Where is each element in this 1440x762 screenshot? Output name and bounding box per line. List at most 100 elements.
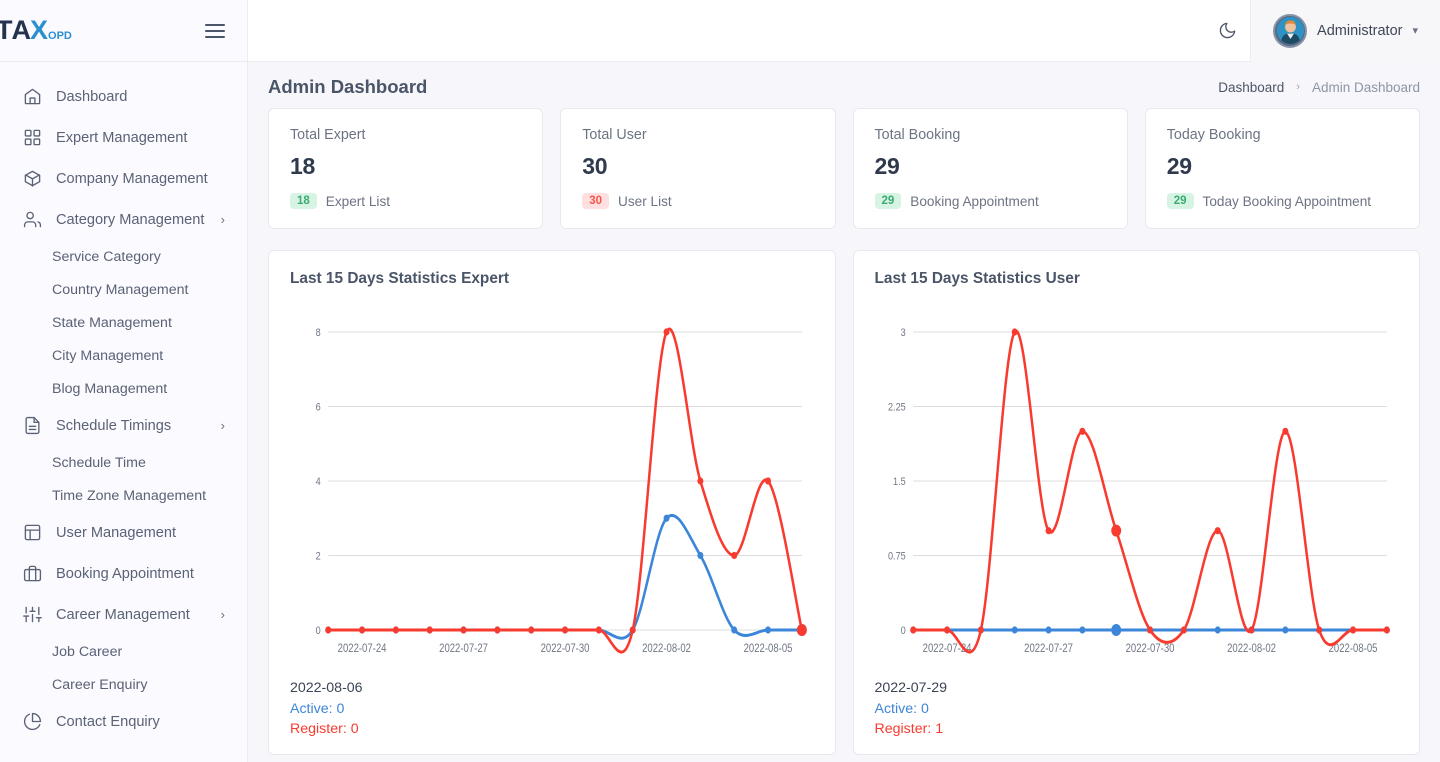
sidebar-subitem-job-career[interactable]: Job Career	[0, 635, 247, 668]
status-badge: 18	[290, 193, 317, 209]
stat-card-link[interactable]: Today Booking Appointment	[1203, 194, 1372, 209]
sidebar-subitem-career-enquiry[interactable]: Career Enquiry	[0, 668, 247, 701]
sidebar-scrollbar[interactable]	[0, 758, 248, 762]
svg-text:2022-08-02: 2022-08-02	[1227, 642, 1276, 655]
sidebar-item-booking-appointment[interactable]: Booking Appointment	[0, 553, 247, 594]
breadcrumb-current: Admin Dashboard	[1312, 80, 1420, 95]
menu-toggle-icon[interactable]	[205, 24, 225, 38]
chevron-right-icon: ›	[1296, 81, 1300, 93]
sidebar-item-label: Booking Appointment	[56, 566, 225, 582]
sidebar-subitem-label: Time Zone Management	[52, 488, 206, 504]
chart-card: Last 15 Days Statistics Expert024682022-…	[268, 250, 836, 755]
tooltip-active: Active: 0	[290, 699, 814, 720]
stat-card-value: 29	[1167, 153, 1398, 180]
svg-text:6: 6	[316, 402, 321, 414]
home-icon	[22, 87, 42, 107]
svg-text:2022-07-27: 2022-07-27	[1024, 642, 1073, 655]
briefcase-icon	[22, 564, 42, 584]
sidebar: TAXOPD Dashboard Expert ManagementCompany…	[0, 0, 248, 762]
profile-menu[interactable]: Administrator ▾	[1250, 0, 1440, 62]
svg-text:2022-08-05: 2022-08-05	[744, 642, 793, 655]
stat-card: Total User 30 30User List	[560, 108, 835, 229]
users-icon	[22, 210, 42, 230]
sidebar-subitem-label: Career Enquiry	[52, 677, 147, 693]
tooltip-register: Register: 1	[875, 719, 1399, 740]
chart-grid: Last 15 Days Statistics Expert024682022-…	[268, 250, 1420, 755]
avatar-image	[1277, 17, 1304, 44]
page-header: Admin Dashboard Dashboard › Admin Dashbo…	[248, 62, 1440, 108]
dashboard-content: Total Expert1818Expert ListTotal User303…	[248, 108, 1440, 755]
chart-tooltip: 2022-08-06Active: 0Register: 0	[290, 666, 814, 740]
stat-card: Total Expert1818Expert List	[268, 108, 543, 229]
sidebar-subitem-state-management[interactable]: State Management	[0, 306, 247, 339]
sidebar-subitem-city-management[interactable]: City Management	[0, 339, 247, 372]
svg-text:4: 4	[316, 476, 321, 488]
sidebar-subitem-label: State Management	[52, 315, 172, 331]
stat-card-link[interactable]: Expert List	[326, 194, 390, 209]
svg-text:1.5: 1.5	[893, 476, 906, 488]
sidebar-subitem-label: City Management	[52, 348, 163, 364]
app-logo[interactable]: TAXOPD	[0, 15, 72, 46]
burger-line	[205, 24, 225, 26]
svg-text:2: 2	[316, 551, 321, 563]
logo-letter-x: X	[30, 15, 47, 46]
sidebar-item-label: User Management	[56, 525, 225, 541]
stat-card-link[interactable]: Booking Appointment	[910, 194, 1038, 209]
sidebar-item-schedule-timings[interactable]: Schedule Timings›	[0, 405, 247, 446]
layout-icon	[22, 523, 42, 543]
pie-chart-icon	[22, 712, 42, 732]
line-chart[interactable]: 00.751.52.2532022-07-242022-07-272022-07…	[875, 316, 1399, 666]
svg-text:8: 8	[316, 327, 321, 339]
sidebar-item-label: Career Management	[56, 607, 207, 623]
sidebar-item-career-management[interactable]: Career Management ›	[0, 594, 247, 635]
sidebar-item-contact-enquiry[interactable]: Contact Enquiry	[0, 701, 247, 742]
sidebar-item-dashboard[interactable]: Dashboard	[0, 76, 247, 117]
svg-text:2022-07-30: 2022-07-30	[541, 642, 590, 655]
stat-card-title: Total User	[582, 127, 813, 143]
box-icon	[22, 169, 42, 189]
chevron-right-icon: ›	[221, 212, 225, 227]
sidebar-subitem-blog-management[interactable]: Blog Management	[0, 372, 247, 405]
stat-card-value: 29	[875, 153, 1106, 180]
sidebar-subitem-label: Job Career	[52, 644, 122, 660]
status-badge: 29	[1167, 193, 1194, 209]
svg-text:2022-08-02: 2022-08-02	[642, 642, 691, 655]
stat-card-title: Today Booking	[1167, 127, 1398, 143]
profile-name: Administrator	[1317, 23, 1402, 39]
sidebar-subitem-service-category[interactable]: Service Category	[0, 240, 247, 273]
logo-subtext: OPD	[48, 30, 72, 42]
moon-icon[interactable]	[1204, 21, 1250, 40]
svg-text:2022-07-30: 2022-07-30	[1125, 642, 1174, 655]
sidebar-item-label: Schedule Timings	[56, 418, 207, 434]
tooltip-date: 2022-07-29	[875, 678, 1399, 699]
sidebar-subitem-time-zone-management[interactable]: Time Zone Management	[0, 479, 247, 512]
sidebar-item-label: Dashboard	[56, 89, 225, 105]
chevron-right-icon: ›	[221, 607, 225, 622]
stat-card-value: 30	[582, 153, 813, 180]
svg-text:0: 0	[316, 625, 321, 637]
sidebar-item-user-management[interactable]: User Management	[0, 512, 247, 553]
tooltip-active: Active: 0	[875, 699, 1399, 720]
breadcrumb-parent[interactable]: Dashboard	[1218, 80, 1284, 95]
tooltip-register: Register: 0	[290, 719, 814, 740]
stat-card-value: 18	[290, 153, 521, 180]
stat-card: Total Booking2929Booking Appointment	[853, 108, 1128, 229]
burger-line	[205, 36, 225, 38]
sidebar-item-category-management[interactable]: Category Management›	[0, 199, 247, 240]
line-chart[interactable]: 024682022-07-242022-07-272022-07-302022-…	[290, 316, 814, 666]
chart-title: Last 15 Days Statistics User	[875, 270, 1399, 288]
sidebar-subitem-label: Service Category	[52, 249, 161, 265]
svg-text:2022-07-24: 2022-07-24	[338, 642, 387, 655]
document-icon	[22, 416, 42, 436]
main-area: Administrator ▾ Admin Dashboard Dashboar…	[248, 0, 1440, 762]
sidebar-subitem-country-management[interactable]: Country Management	[0, 273, 247, 306]
svg-text:2.25: 2.25	[887, 402, 905, 414]
sidebar-subitem-schedule-time[interactable]: Schedule Time	[0, 446, 247, 479]
stat-card-footer: 18 Expert List	[290, 193, 521, 209]
stat-card-link[interactable]: User List	[618, 194, 672, 209]
sidebar-item-expert-management[interactable]: Expert Management	[0, 117, 247, 158]
stat-card-footer: 30User List	[582, 193, 813, 209]
chevron-down-icon: ▾	[1412, 24, 1418, 37]
sidebar-nav: Dashboard Expert ManagementCompany Manage…	[0, 62, 247, 762]
sidebar-item-company-management[interactable]: Company Management	[0, 158, 247, 199]
